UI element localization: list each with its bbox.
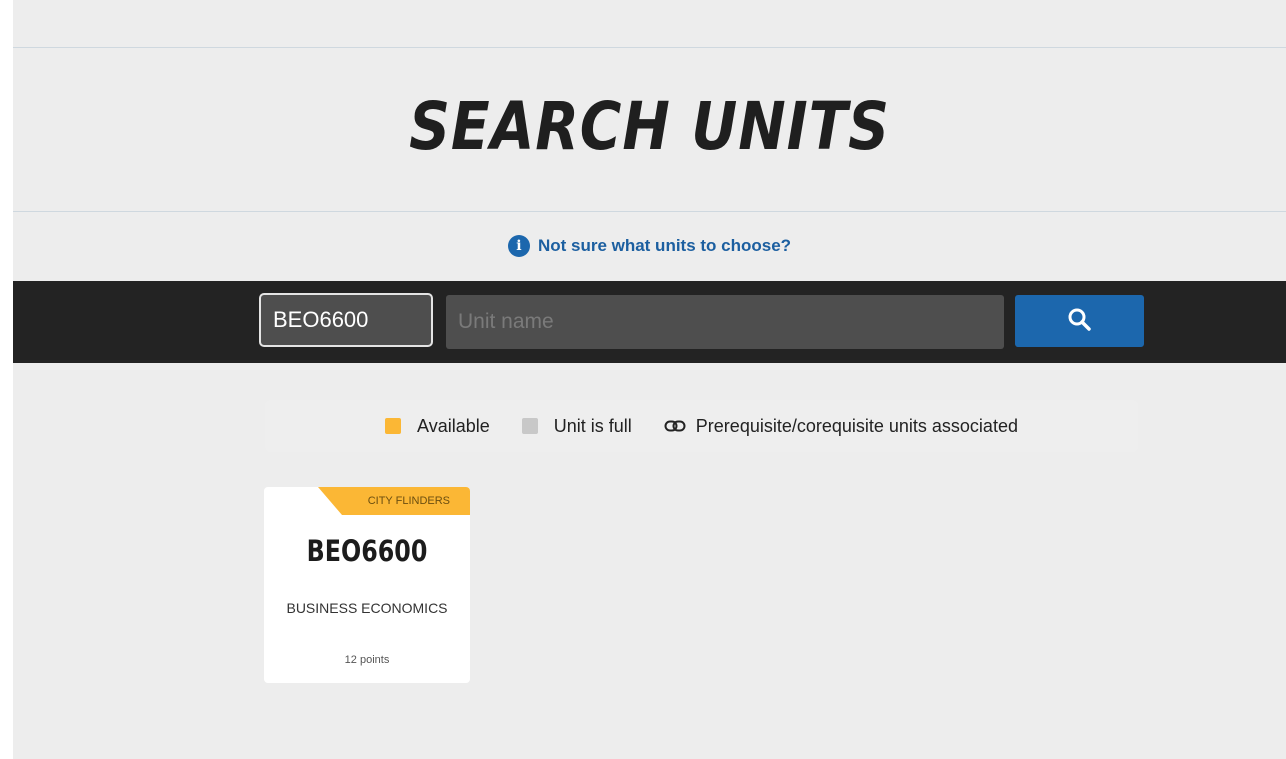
campus-badge: CITY FLINDERS [318,487,470,515]
legend-available-label: Available [417,415,490,436]
link-icon [664,419,686,433]
title-divider [13,211,1286,212]
full-swatch [521,418,538,434]
legend-full-label: Unit is full [553,415,632,436]
legend-prereq: Prerequisite/corequisite units associate… [664,416,1018,437]
unit-name: BUSINESS ECONOMICS [286,600,448,616]
search-button[interactable] [1015,295,1144,347]
help-link-label: Not sure what units to choose? [537,236,792,255]
available-swatch [385,418,402,434]
help-link[interactable]: i Not sure what units to choose? [13,235,1286,257]
unit-points: 12 points [344,654,390,666]
unit-code: BEO6600 [306,534,428,568]
search-bar [13,281,1286,363]
top-divider [13,47,1286,48]
page: SEARCH UNITS i Not sure what units to ch… [13,0,1286,759]
legend-full: Unit is full [521,415,632,437]
page-title: SEARCH UNITS [409,88,890,165]
search-icon [1067,307,1093,336]
legend-available: Available [385,416,490,437]
unit-name-input[interactable] [446,295,1004,349]
info-icon: i [507,235,530,257]
unit-card[interactable]: CITY FLINDERS BEO6600 BUSINESS ECONOMICS… [264,487,470,683]
unit-code-input[interactable] [259,293,433,347]
legend-prereq-label: Prerequisite/corequisite units associate… [695,415,1018,436]
availability-legend: Available Unit is full Prerequisite/core… [265,400,1138,452]
